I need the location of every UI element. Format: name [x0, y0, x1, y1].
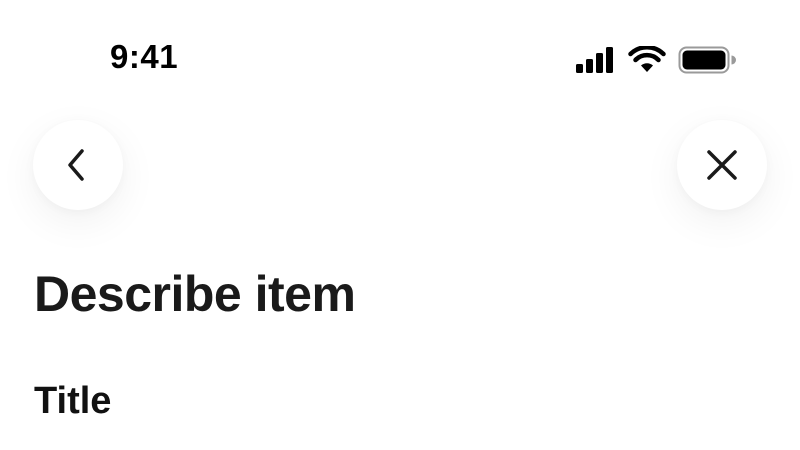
- wifi-icon: [628, 46, 666, 72]
- close-button[interactable]: [677, 120, 767, 210]
- status-icons: [576, 46, 736, 74]
- title-field-label: Title: [34, 380, 112, 422]
- battery-icon: [678, 46, 736, 74]
- back-button[interactable]: [33, 120, 123, 210]
- page-title: Describe item: [34, 266, 356, 322]
- chevron-left-icon: [68, 149, 84, 181]
- status-time: 9:41: [110, 38, 179, 75]
- close-icon: [707, 150, 737, 180]
- screen: 9:41 Describe item Title: [0, 0, 800, 450]
- signal-icon: [576, 47, 613, 73]
